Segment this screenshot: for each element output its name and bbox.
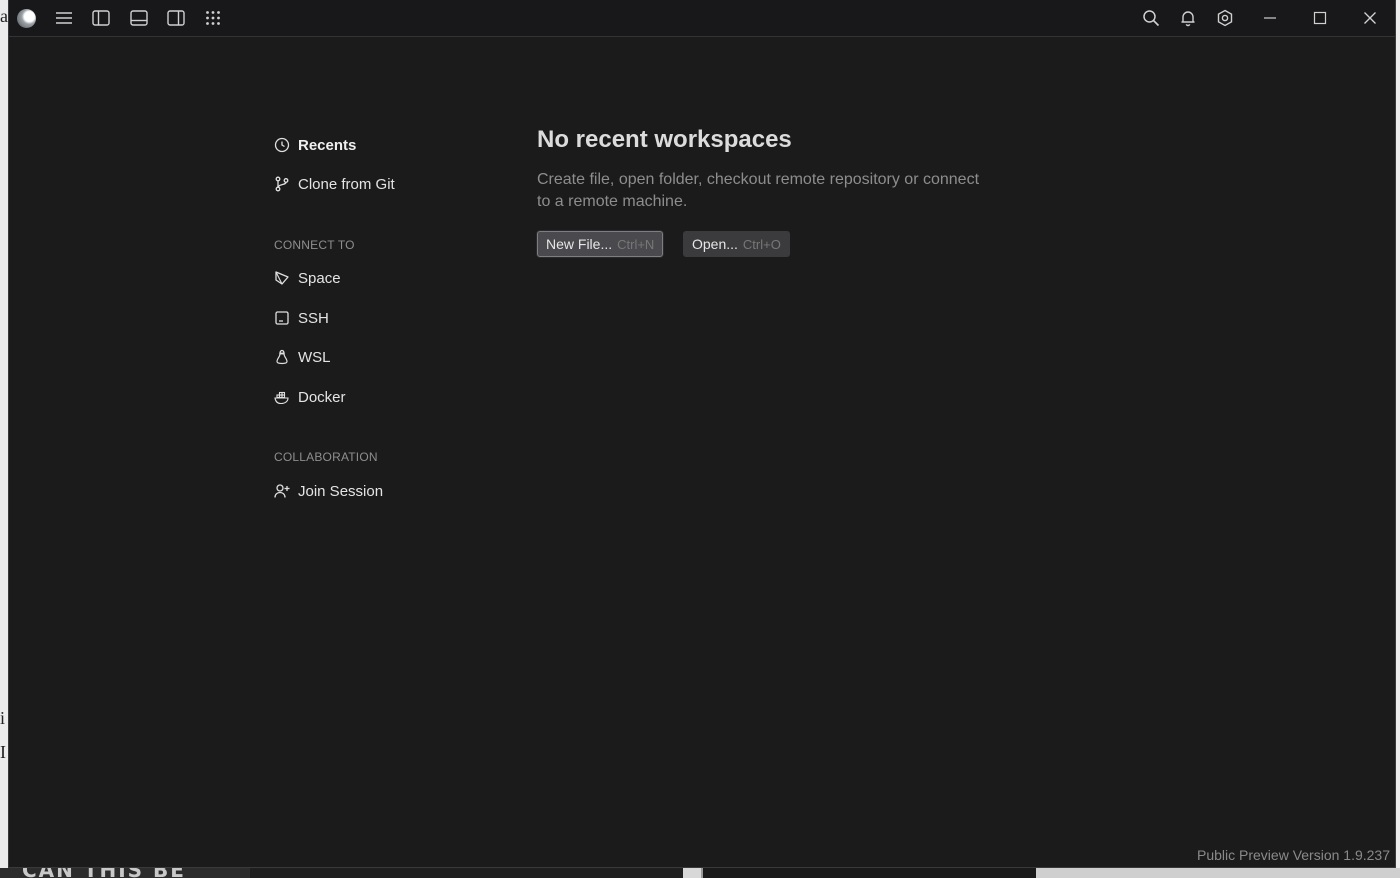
background-glyph: a xyxy=(0,6,8,26)
new-file-button[interactable]: New File... Ctrl+N xyxy=(537,231,664,257)
open-shortcut: Ctrl+O xyxy=(742,236,781,252)
sidebar-item-ssh[interactable]: SSH xyxy=(274,306,329,330)
maximize-icon[interactable] xyxy=(1307,6,1333,30)
toggle-left-panel-icon[interactable] xyxy=(88,6,114,30)
background-desktop-bottom xyxy=(0,868,1400,878)
sidebar-item-label: Space xyxy=(298,269,341,287)
toggle-right-panel-icon[interactable] xyxy=(163,6,189,30)
sidebar-item-label: Join Session xyxy=(298,482,384,500)
sidebar-item-docker[interactable]: Docker xyxy=(274,385,346,409)
sidebar-item-label: Clone from Git xyxy=(298,175,395,193)
close-icon[interactable] xyxy=(1357,6,1383,30)
settings-icon[interactable] xyxy=(1212,6,1238,30)
docker-icon xyxy=(274,389,290,405)
app-logo-icon[interactable] xyxy=(17,9,36,28)
toggle-bottom-panel-icon[interactable] xyxy=(126,6,152,30)
sidebar-item-label: SSH xyxy=(298,309,329,327)
sidebar-item-recents[interactable]: Recents xyxy=(274,133,356,157)
app-window: Recents Clone from Git CONNECT TO Space … xyxy=(8,0,1396,868)
bell-icon[interactable] xyxy=(1175,6,1201,30)
sidebar-item-label: Recents xyxy=(298,136,357,154)
titlebar xyxy=(9,0,1395,37)
open-label: Open... xyxy=(692,236,738,252)
background-glyph: I xyxy=(0,742,6,762)
open-button[interactable]: Open... Ctrl+O xyxy=(683,231,790,257)
collaboration-heading: COLLABORATION xyxy=(274,450,378,464)
linux-penguin-icon xyxy=(274,349,290,365)
clock-icon xyxy=(274,137,290,153)
sidebar-item-wsl[interactable]: WSL xyxy=(274,345,331,369)
connect-to-heading: CONNECT TO xyxy=(274,238,355,252)
sidebar-item-clone-from-git[interactable]: Clone from Git xyxy=(274,172,395,196)
version-label: Public Preview Version 1.9.237 xyxy=(1197,847,1390,863)
apps-grid-icon[interactable] xyxy=(200,6,226,30)
menu-icon[interactable] xyxy=(51,6,77,30)
sidebar-item-join-session[interactable]: Join Session xyxy=(274,479,383,503)
page-description: Create file, open folder, checkout remot… xyxy=(537,171,980,210)
sidebar-item-label: WSL xyxy=(298,348,331,366)
terminal-icon xyxy=(274,310,290,326)
new-file-shortcut: Ctrl+N xyxy=(617,236,655,252)
background-glyph: i xyxy=(0,708,6,728)
space-icon xyxy=(274,270,290,286)
background-desktop-left: a i I xyxy=(0,0,8,878)
git-branch-icon xyxy=(274,176,290,192)
sidebar-item-label: Docker xyxy=(298,388,346,406)
sidebar-item-space[interactable]: Space xyxy=(274,266,341,290)
page-title: No recent workspaces xyxy=(537,126,792,153)
new-file-label: New File... xyxy=(546,236,613,252)
minimize-icon[interactable] xyxy=(1257,6,1283,30)
add-user-icon xyxy=(274,483,290,499)
search-icon[interactable] xyxy=(1138,6,1164,30)
